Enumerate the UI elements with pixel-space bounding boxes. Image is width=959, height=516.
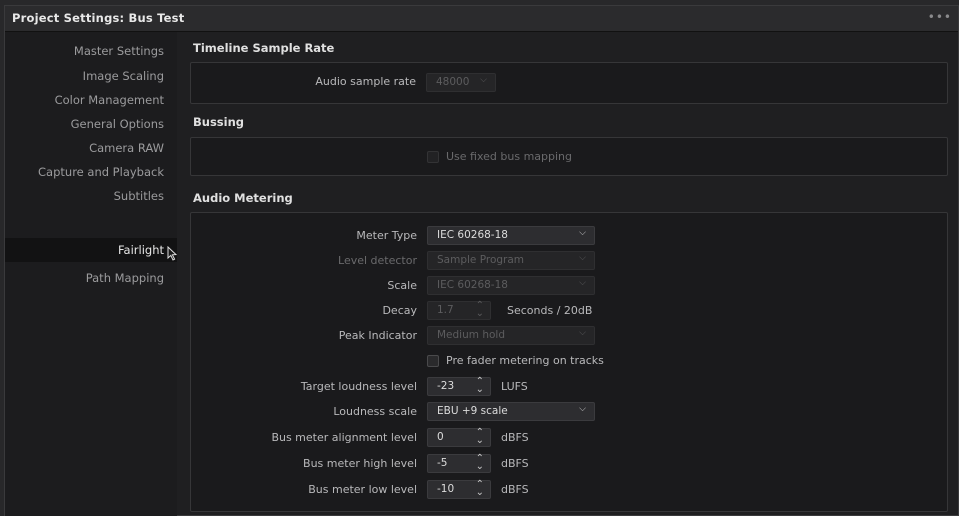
stepper-arrows-icon[interactable]: ⌃ ⌄	[476, 377, 484, 395]
title-bar: Project Settings: Bus Test •••	[5, 6, 958, 32]
sidebar-item-image-scaling[interactable]: Image Scaling	[5, 64, 177, 88]
decay-label: Decay	[382, 304, 417, 317]
loudness-scale-select[interactable]: EBU +9 scale ⌵	[427, 402, 595, 421]
stepper-arrows-icon[interactable]: ⌃ ⌄	[476, 428, 484, 446]
audio-sample-rate-value: 48000	[436, 76, 470, 88]
peak-indicator-select: Medium hold ⌵	[427, 326, 595, 345]
decay-stepper: 1.7 ⌃ ⌄	[427, 301, 491, 320]
mouse-pointer-icon	[167, 245, 178, 264]
fixed-bus-mapping-checkbox	[427, 151, 439, 163]
pre-fader-metering-checkbox[interactable]	[427, 355, 439, 367]
audio-sample-rate-select: 48000 ⌵	[426, 73, 496, 92]
sidebar-item-general-options[interactable]: General Options	[5, 112, 177, 136]
bussing-panel: Use fixed bus mapping	[190, 137, 948, 176]
bus-align-stepper[interactable]: 0 ⌃ ⌄	[427, 428, 491, 447]
sidebar-item-fairlight[interactable]: Fairlight	[5, 238, 177, 262]
window-title: Project Settings: Bus Test	[12, 11, 185, 25]
bus-align-value: 0	[437, 431, 444, 443]
sidebar-item-color-management[interactable]: Color Management	[5, 88, 177, 112]
meter-type-select[interactable]: IEC 60268-18 ⌵	[427, 226, 595, 245]
bus-low-unit: dBFS	[501, 483, 529, 496]
bus-low-stepper[interactable]: -10 ⌃ ⌄	[427, 480, 491, 499]
target-loudness-unit: LUFS	[501, 380, 528, 393]
chevron-down-icon: ⌵	[480, 75, 487, 85]
target-loudness-stepper[interactable]: -23 ⌃ ⌄	[427, 377, 491, 396]
sidebar-item-path-mapping[interactable]: Path Mapping	[5, 266, 177, 290]
level-detector-select: Sample Program ⌵	[427, 251, 595, 270]
scale-label: Scale	[387, 279, 417, 292]
pre-fader-metering-label: Pre fader metering on tracks	[446, 354, 604, 367]
stepper-arrows-icon[interactable]: ⌃ ⌄	[476, 480, 484, 498]
bus-align-label: Bus meter alignment level	[271, 431, 417, 444]
meter-type-label: Meter Type	[356, 229, 417, 242]
sample-rate-panel: Audio sample rate 48000 ⌵	[190, 62, 948, 104]
settings-sidebar: Master Settings Image Scaling Color Mana…	[5, 32, 177, 516]
bus-high-stepper[interactable]: -5 ⌃ ⌄	[427, 454, 491, 473]
bus-high-label: Bus meter high level	[303, 457, 417, 470]
audio-sample-rate-label: Audio sample rate	[315, 75, 416, 88]
bus-high-unit: dBFS	[501, 457, 529, 470]
stepper-arrows-icon: ⌃ ⌄	[475, 300, 484, 319]
scale-select: IEC 60268-18 ⌵	[427, 276, 595, 295]
bus-high-value: -5	[437, 457, 448, 469]
loudness-scale-value: EBU +9 scale	[437, 405, 508, 417]
sidebar-item-camera-raw[interactable]: Camera RAW	[5, 136, 177, 160]
decay-value: 1.7	[437, 304, 454, 316]
target-loudness-label: Target loudness level	[300, 380, 417, 393]
audio-metering-panel: Meter Type IEC 60268-18 ⌵ Level detector…	[190, 212, 948, 512]
more-options-icon[interactable]: •••	[928, 10, 952, 24]
scale-value: IEC 60268-18	[437, 279, 508, 291]
peak-indicator-value: Medium hold	[437, 329, 505, 341]
chevron-down-icon: ⌵	[579, 253, 586, 263]
bus-low-value: -10	[437, 483, 455, 495]
chevron-down-icon: ⌵	[579, 404, 586, 414]
section-heading-audio-metering: Audio Metering	[193, 191, 293, 205]
bus-low-label: Bus meter low level	[308, 483, 417, 496]
bus-align-unit: dBFS	[501, 431, 529, 444]
chevron-down-icon: ⌵	[579, 278, 586, 288]
stepper-arrows-icon[interactable]: ⌃ ⌄	[476, 454, 484, 472]
target-loudness-value: -23	[437, 380, 455, 392]
chevron-down-icon: ⌵	[579, 228, 586, 238]
chevron-down-icon: ⌵	[579, 328, 586, 338]
decay-unit: Seconds / 20dB	[507, 304, 593, 317]
meter-type-value: IEC 60268-18	[437, 229, 508, 241]
peak-indicator-label: Peak Indicator	[338, 329, 417, 342]
sidebar-item-subtitles[interactable]: Subtitles	[5, 184, 177, 208]
level-detector-value: Sample Program	[437, 254, 525, 266]
loudness-scale-label: Loudness scale	[333, 405, 417, 418]
section-heading-bussing: Bussing	[193, 115, 245, 129]
fixed-bus-mapping-label: Use fixed bus mapping	[446, 150, 573, 163]
sidebar-item-master-settings[interactable]: Master Settings	[5, 39, 177, 63]
sidebar-item-capture-playback[interactable]: Capture and Playback	[5, 160, 177, 184]
section-heading-sample-rate: Timeline Sample Rate	[193, 41, 335, 55]
level-detector-label: Level detector	[338, 254, 417, 267]
